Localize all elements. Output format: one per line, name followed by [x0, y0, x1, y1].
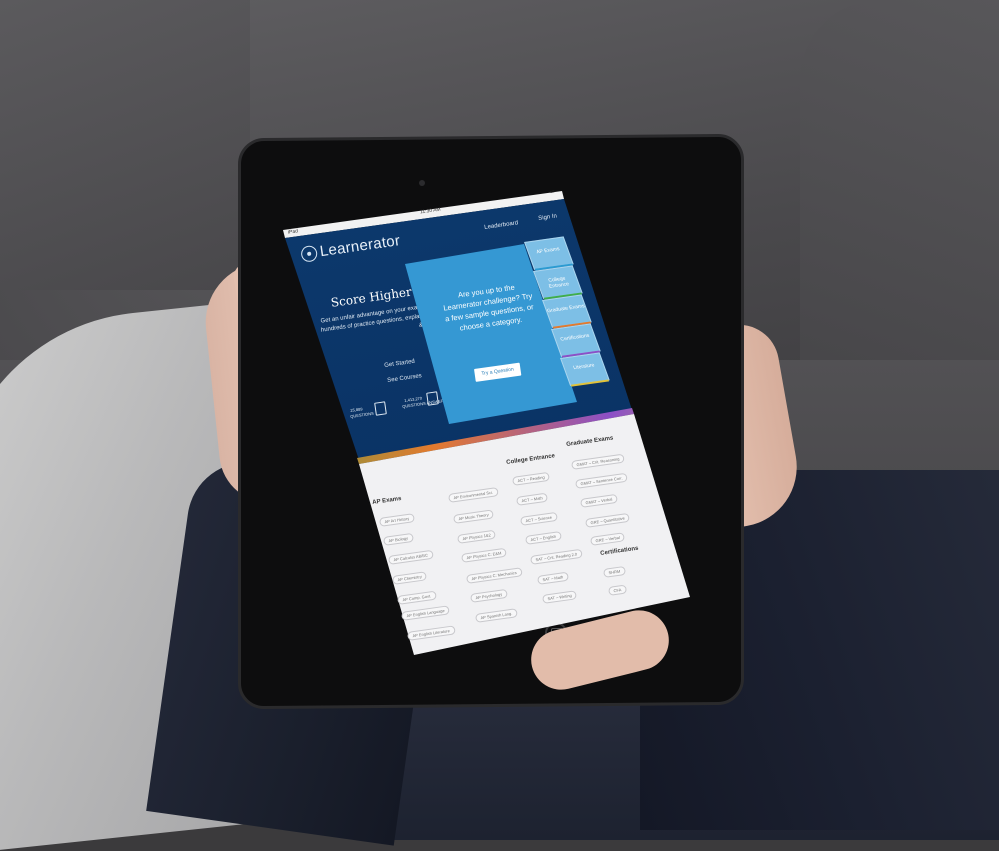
category-label: Literature — [572, 362, 596, 372]
document-icon — [374, 401, 387, 416]
category-label: AP Exams — [535, 246, 561, 256]
category-label: Graduate Exams — [546, 303, 586, 315]
atom-icon — [300, 244, 319, 263]
clipboard-check-icon — [426, 391, 439, 406]
category-label: College Entrance — [547, 275, 571, 290]
battery-icon: ▭ — [549, 188, 556, 196]
category-label: Certifications — [559, 332, 591, 343]
front-camera — [419, 180, 425, 186]
